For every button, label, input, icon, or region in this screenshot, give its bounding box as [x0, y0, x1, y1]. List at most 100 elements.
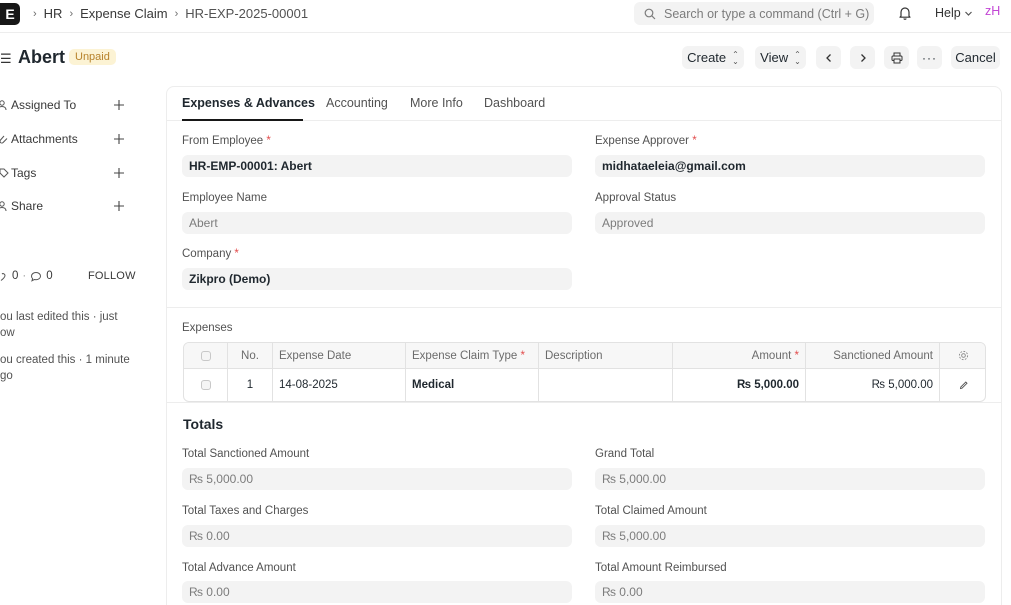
plus-icon[interactable] — [113, 167, 125, 179]
next-doc-button[interactable] — [850, 46, 875, 69]
section-divider — [167, 307, 1001, 308]
sidebar-item-assigned-to[interactable]: Assigned To — [0, 98, 76, 112]
expenses-table: No. Expense Date Expense Claim Type * De… — [183, 342, 986, 402]
company-label: Company * — [182, 248, 239, 260]
amount-header-text: Amount — [751, 349, 792, 362]
employee-name-field: Abert — [182, 212, 572, 234]
tab-more-info[interactable]: More Info — [410, 96, 463, 110]
chevron-down-icon — [964, 11, 972, 16]
status-badge: Unpaid — [69, 49, 116, 65]
dot-separator: · — [22, 270, 27, 282]
expense-approver-label: Expense Approver * — [595, 135, 697, 147]
updown-icon: ⌃ ⌄ — [794, 49, 801, 66]
col-header-no: No. — [228, 343, 273, 368]
employee-name-label: Employee Name — [182, 192, 268, 204]
row-claim-type[interactable]: Medical — [406, 369, 539, 401]
row-description[interactable] — [539, 369, 673, 401]
claim-type-header-text: Expense Claim Type — [412, 349, 518, 362]
required-marker: * — [266, 135, 271, 147]
column-settings-cell — [940, 343, 985, 368]
breadcrumb: › HR › Expense Claim › HR-EXP-2025-00001 — [33, 6, 308, 21]
tab-dashboard[interactable]: Dashboard — [484, 96, 545, 110]
sidebar-toggle-icon[interactable]: ☰ — [0, 51, 12, 67]
search-input[interactable]: Search or type a command (Ctrl + G) — [634, 2, 874, 25]
required-marker: * — [520, 349, 525, 362]
comment-icon[interactable] — [30, 271, 42, 282]
row-amount[interactable]: ₨ 5,000.00 — [673, 369, 806, 401]
plus-icon[interactable] — [113, 200, 125, 212]
row-no: 1 — [228, 369, 273, 401]
printer-icon — [891, 52, 902, 63]
plus-icon[interactable] — [113, 99, 125, 111]
more-actions-button[interactable]: ··· — [917, 46, 942, 69]
help-menu[interactable]: Help — [935, 6, 973, 20]
row-sanctioned[interactable]: ₨ 5,000.00 — [806, 369, 940, 401]
view-button[interactable]: View ⌃ ⌄ — [755, 46, 806, 69]
plus-icon[interactable] — [113, 133, 125, 145]
paperclip-icon — [0, 135, 8, 144]
company-label-text: Company — [182, 248, 232, 260]
total-reimbursed-field: ₨ 0.00 — [595, 581, 985, 603]
activity-created: ou created this · 1 minute go — [0, 354, 130, 382]
gear-icon[interactable] — [958, 350, 969, 361]
tab-accounting[interactable]: Accounting — [326, 96, 388, 110]
col-header-amount: Amount * — [673, 343, 806, 368]
row-edit-cell — [940, 369, 985, 401]
activity-last-edited: ou last edited this · just ow — [0, 311, 118, 339]
bell-icon[interactable] — [897, 5, 913, 21]
approval-status-field[interactable]: Approved — [595, 212, 985, 234]
row-checkbox[interactable] — [200, 380, 211, 390]
updown-icon: ⌃ ⌄ — [732, 49, 739, 66]
row-expense-date[interactable]: 14-08-2025 — [273, 369, 406, 401]
col-header-description: Description — [539, 343, 673, 368]
select-all-checkbox[interactable] — [200, 350, 211, 361]
breadcrumb-current[interactable]: HR-EXP-2025-00001 — [185, 6, 308, 21]
from-employee-field[interactable]: HR-EMP-00001: Abert — [182, 155, 572, 177]
view-label: View — [760, 50, 789, 65]
cancel-button[interactable]: Cancel — [951, 46, 1000, 69]
grand-total-label: Grand Total — [595, 448, 655, 460]
col-header-expense-date: Expense Date — [273, 343, 406, 368]
section-divider — [167, 402, 1001, 403]
pencil-icon[interactable] — [959, 380, 969, 390]
form-tabs: Expenses & Advances Accounting More Info… — [167, 87, 1001, 121]
follow-button[interactable]: FOLLOW — [88, 270, 136, 282]
expense-approver-field[interactable]: midhataeleia@gmail.com — [595, 155, 985, 177]
from-employee-label: From Employee * — [182, 135, 271, 147]
breadcrumb-expense-claim[interactable]: Expense Claim — [80, 6, 167, 21]
sidebar-item-share[interactable]: Share — [0, 199, 43, 213]
ellipsis-icon: ··· — [922, 50, 937, 65]
sidebar-item-label: Attachments — [11, 132, 78, 146]
company-field[interactable]: Zikpro (Demo) — [182, 268, 572, 290]
help-label: Help — [935, 6, 961, 20]
chevron-right-icon: › — [174, 7, 179, 20]
total-claimed-label: Total Claimed Amount — [595, 505, 707, 517]
sidebar-item-attachments[interactable]: Attachments — [0, 132, 78, 146]
col-header-claim-type: Expense Claim Type * — [406, 343, 539, 368]
total-advance-field: ₨ 0.00 — [182, 581, 572, 603]
row-select-cell — [184, 369, 228, 401]
print-button[interactable] — [884, 46, 909, 69]
create-button[interactable]: Create ⌃ ⌄ — [682, 46, 744, 69]
table-row[interactable]: 1 14-08-2025 Medical ₨ 5,000.00 ₨ 5,000.… — [184, 369, 985, 401]
chevron-right-icon: › — [69, 7, 74, 20]
tab-expenses-advances[interactable]: Expenses & Advances — [182, 96, 315, 110]
total-advance-label: Total Advance Amount — [182, 562, 296, 574]
form-card: Expenses & Advances Accounting More Info… — [166, 86, 1002, 605]
required-marker: * — [234, 248, 239, 260]
avatar[interactable]: zH — [985, 4, 1000, 18]
sidebar-item-tags[interactable]: Tags — [0, 166, 36, 180]
breadcrumb-hr[interactable]: HR — [44, 6, 63, 21]
tag-icon — [0, 168, 9, 178]
col-header-sanctioned: Sanctioned Amount — [806, 343, 940, 368]
select-all-cell — [184, 343, 228, 368]
share-icon — [0, 201, 7, 212]
totals-heading: Totals — [183, 416, 224, 432]
total-sanctioned-label: Total Sanctioned Amount — [182, 448, 310, 460]
expenses-section-label: Expenses — [182, 322, 233, 334]
app-logo[interactable]: E — [0, 3, 20, 25]
total-claimed-field: ₨ 5,000.00 — [595, 525, 985, 547]
logo-letter: E — [5, 6, 15, 22]
previous-doc-button[interactable] — [816, 46, 841, 69]
heart-icon[interactable] — [0, 271, 8, 282]
